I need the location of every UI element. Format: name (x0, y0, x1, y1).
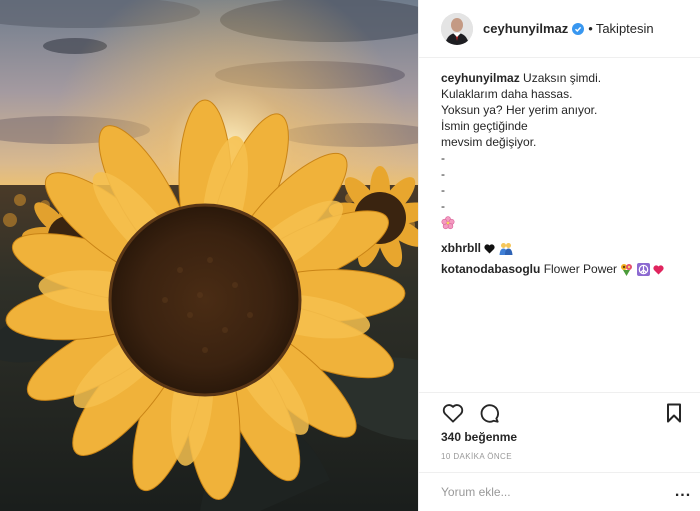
caption-line: - (441, 151, 445, 165)
comments-section: ceyhunyilmaz Uzaksın şimdi. Kulaklarım d… (419, 58, 700, 277)
comment-bubble-icon (480, 404, 499, 423)
comment-username[interactable]: xbhrbll (441, 241, 481, 255)
comment-username[interactable]: kotanodabasoglu (441, 262, 540, 276)
caption-username[interactable]: ceyhunyilmaz (441, 71, 520, 85)
comment-item: kotanodabasoglu Flower Power (441, 261, 700, 277)
follow-separator: • (588, 21, 593, 36)
heart-outline-icon (442, 404, 464, 423)
caption-line: Yoksun ya? Her yerim anıyor. (441, 103, 598, 117)
caption-line: - (441, 167, 445, 181)
following-button[interactable]: Takiptesin (596, 21, 654, 36)
heart-icon (653, 265, 664, 275)
caption-line: Uzaksın şimdi. (523, 71, 602, 85)
comment-item: xbhrbll (441, 240, 700, 256)
action-bar (441, 398, 686, 424)
post-header: ceyhunyilmaz • Takiptesin (419, 0, 700, 58)
caption-line: Kulaklarım daha hassas. (441, 87, 573, 101)
avatar-image (441, 12, 473, 45)
comment-text: Flower Power (543, 262, 618, 276)
more-options-button[interactable]: ... (666, 483, 700, 501)
username-link[interactable]: ceyhunyilmaz (483, 21, 568, 36)
sunflower-image (0, 0, 418, 511)
black-heart-icon (484, 244, 495, 254)
divider (419, 392, 700, 393)
post-side-panel: ceyhunyilmaz • Takiptesin ceyhunyilmaz U… (418, 0, 700, 511)
bookmark-icon (667, 403, 681, 423)
post-photo[interactable] (0, 0, 418, 511)
caption-line: - (441, 183, 445, 197)
people-hugging-icon (499, 243, 513, 256)
like-button[interactable] (441, 401, 465, 425)
caption-line: - (441, 199, 445, 213)
add-comment-bar: ... (419, 472, 700, 511)
save-button[interactable] (662, 401, 686, 425)
caption-line: İsmin geçtiğinde (441, 119, 528, 133)
avatar[interactable] (441, 12, 473, 45)
post-timestamp: 10 DAKİKA ÖNCE (441, 452, 512, 461)
verified-badge-icon (572, 22, 585, 35)
comment-input[interactable] (441, 485, 666, 499)
sunflower-bouquet-icon (621, 264, 633, 277)
comment-button[interactable] (477, 401, 501, 425)
caption: ceyhunyilmaz Uzaksın şimdi. Kulaklarım d… (441, 70, 700, 234)
likes-count[interactable]: 340 beğenme (441, 430, 517, 444)
caption-line: mevsim değişiyor. (441, 135, 537, 149)
peace-symbol-icon (636, 263, 650, 277)
cherry-blossom-icon (441, 216, 455, 230)
